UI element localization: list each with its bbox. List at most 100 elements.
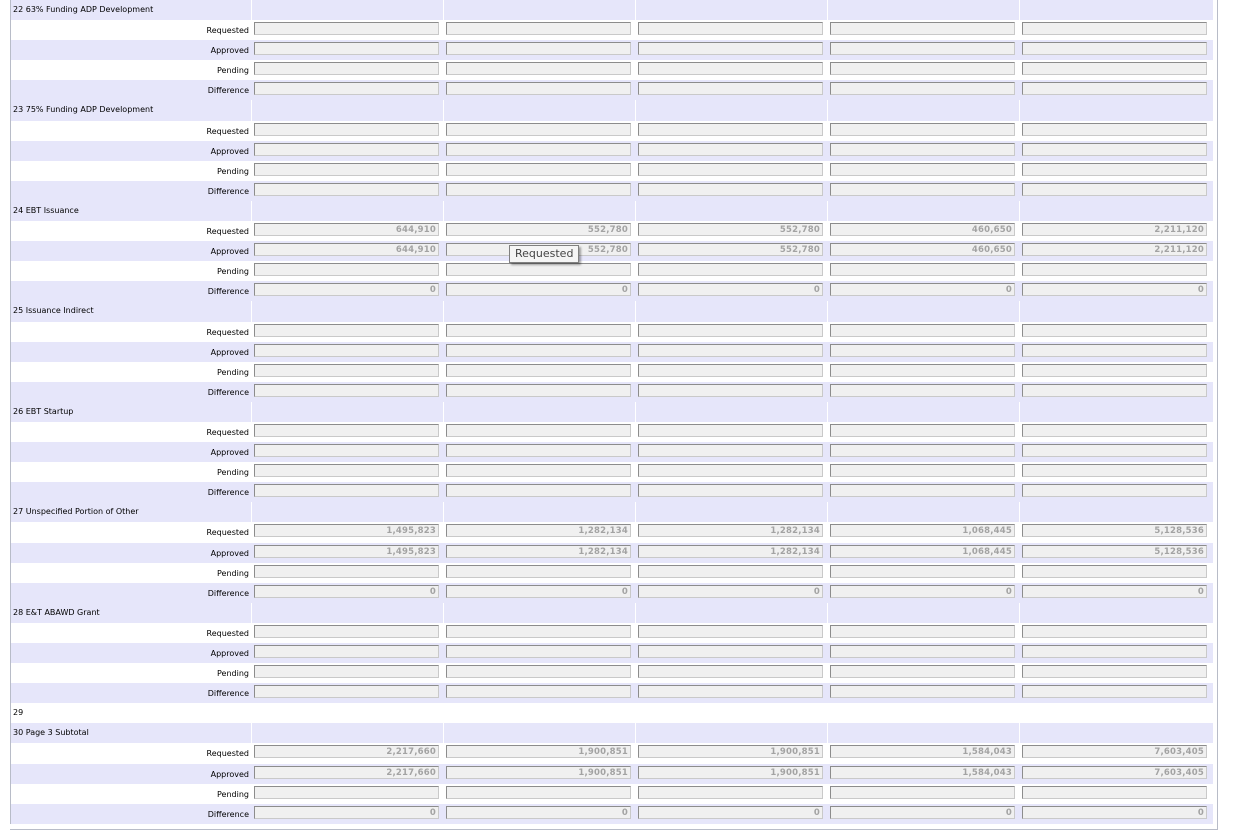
requested-field[interactable] xyxy=(446,624,631,638)
requested-field[interactable] xyxy=(1022,624,1207,638)
approved-field[interactable] xyxy=(830,343,1015,357)
approved-field[interactable]: 2,217,660 xyxy=(254,765,439,779)
requested-field[interactable]: 552,780 xyxy=(446,223,631,237)
approved-field[interactable] xyxy=(1022,42,1207,56)
requested-field[interactable] xyxy=(638,423,823,437)
approved-field[interactable] xyxy=(638,645,823,658)
requested-field[interactable]: 7,603,405 xyxy=(1022,745,1207,759)
approved-field[interactable]: 7,603,405 xyxy=(1022,765,1207,779)
approved-field[interactable]: 1,282,134 xyxy=(638,544,823,558)
difference-field[interactable]: 0 xyxy=(638,283,823,297)
difference-field[interactable] xyxy=(638,484,823,498)
pending-field[interactable] xyxy=(830,162,1015,176)
approved-field[interactable] xyxy=(830,142,1015,156)
difference-field[interactable] xyxy=(1022,484,1207,498)
pending-field[interactable] xyxy=(1022,263,1207,277)
pending-field[interactable] xyxy=(830,263,1015,277)
difference-field[interactable] xyxy=(254,383,439,397)
requested-field[interactable] xyxy=(638,22,823,36)
difference-field[interactable] xyxy=(830,383,1015,397)
approved-field[interactable]: 460,650 xyxy=(830,243,1015,257)
difference-field[interactable]: 0 xyxy=(254,283,439,297)
approved-field[interactable] xyxy=(1022,645,1207,658)
requested-field[interactable] xyxy=(638,624,823,638)
requested-field[interactable] xyxy=(254,22,439,36)
approved-field[interactable] xyxy=(638,142,823,156)
pending-field[interactable] xyxy=(638,464,823,478)
pending-field[interactable] xyxy=(254,665,439,679)
pending-field[interactable] xyxy=(254,62,439,76)
approved-field[interactable]: 1,584,043 xyxy=(830,765,1015,779)
requested-field[interactable] xyxy=(1022,22,1207,36)
difference-field[interactable] xyxy=(254,182,439,196)
requested-field[interactable]: 460,650 xyxy=(830,223,1015,237)
approved-field[interactable] xyxy=(254,142,439,156)
difference-field[interactable] xyxy=(446,484,631,498)
approved-field[interactable] xyxy=(638,444,823,458)
requested-field[interactable]: 1,900,851 xyxy=(638,745,823,759)
pending-field[interactable] xyxy=(1022,62,1207,76)
approved-field[interactable]: 1,900,851 xyxy=(638,765,823,779)
pending-field[interactable] xyxy=(254,263,439,277)
approved-field[interactable] xyxy=(830,444,1015,458)
difference-field[interactable] xyxy=(638,182,823,196)
difference-field[interactable]: 0 xyxy=(446,805,631,819)
requested-field[interactable] xyxy=(638,122,823,136)
difference-field[interactable]: 0 xyxy=(830,805,1015,819)
approved-field[interactable] xyxy=(638,42,823,56)
difference-field[interactable] xyxy=(638,383,823,397)
pending-field[interactable] xyxy=(830,564,1015,578)
difference-field[interactable]: 0 xyxy=(638,584,823,598)
approved-field[interactable] xyxy=(1022,343,1207,357)
requested-field[interactable]: 1,900,851 xyxy=(446,745,631,759)
requested-field[interactable] xyxy=(446,423,631,437)
requested-field[interactable] xyxy=(830,624,1015,638)
pending-field[interactable] xyxy=(446,464,631,478)
requested-field[interactable]: 5,128,536 xyxy=(1022,524,1207,538)
approved-field[interactable] xyxy=(1022,142,1207,156)
requested-field[interactable] xyxy=(830,122,1015,136)
approved-field[interactable]: 644,910 xyxy=(254,243,439,257)
pending-field[interactable] xyxy=(638,162,823,176)
pending-field[interactable] xyxy=(1022,464,1207,478)
pending-field[interactable] xyxy=(446,564,631,578)
pending-field[interactable] xyxy=(638,363,823,377)
requested-field[interactable] xyxy=(254,323,439,337)
approved-field[interactable]: 2,211,120 xyxy=(1022,243,1207,257)
requested-field[interactable] xyxy=(446,22,631,36)
difference-field[interactable] xyxy=(830,82,1015,96)
difference-field[interactable] xyxy=(830,182,1015,196)
approved-field[interactable]: 1,495,823 xyxy=(254,544,439,558)
difference-field[interactable] xyxy=(638,82,823,96)
difference-field[interactable] xyxy=(1022,82,1207,96)
pending-field[interactable] xyxy=(830,62,1015,76)
pending-field[interactable] xyxy=(254,162,439,176)
difference-field[interactable] xyxy=(1022,383,1207,397)
pending-field[interactable] xyxy=(638,62,823,76)
approved-field[interactable] xyxy=(254,343,439,357)
pending-field[interactable] xyxy=(830,665,1015,679)
requested-field[interactable]: 2,217,660 xyxy=(254,745,439,759)
requested-field[interactable]: 1,584,043 xyxy=(830,745,1015,759)
pending-field[interactable] xyxy=(254,564,439,578)
difference-field[interactable]: 0 xyxy=(254,805,439,819)
difference-field[interactable]: 0 xyxy=(830,584,1015,598)
difference-field[interactable]: 0 xyxy=(1022,805,1207,819)
difference-field[interactable] xyxy=(446,82,631,96)
approved-field[interactable]: 552,780 xyxy=(638,243,823,257)
requested-field[interactable] xyxy=(446,122,631,136)
pending-field[interactable] xyxy=(254,785,439,799)
pending-field[interactable] xyxy=(638,665,823,679)
pending-field[interactable] xyxy=(446,62,631,76)
approved-field[interactable] xyxy=(446,444,631,458)
requested-field[interactable] xyxy=(1022,122,1207,136)
requested-field[interactable] xyxy=(638,323,823,337)
approved-field[interactable]: 5,128,536 xyxy=(1022,544,1207,558)
approved-field[interactable]: 1,900,851 xyxy=(446,765,631,779)
difference-field[interactable] xyxy=(446,182,631,196)
pending-field[interactable] xyxy=(446,363,631,377)
difference-field[interactable] xyxy=(446,383,631,397)
approved-field[interactable] xyxy=(446,142,631,156)
pending-field[interactable] xyxy=(638,564,823,578)
pending-field[interactable] xyxy=(446,263,631,277)
